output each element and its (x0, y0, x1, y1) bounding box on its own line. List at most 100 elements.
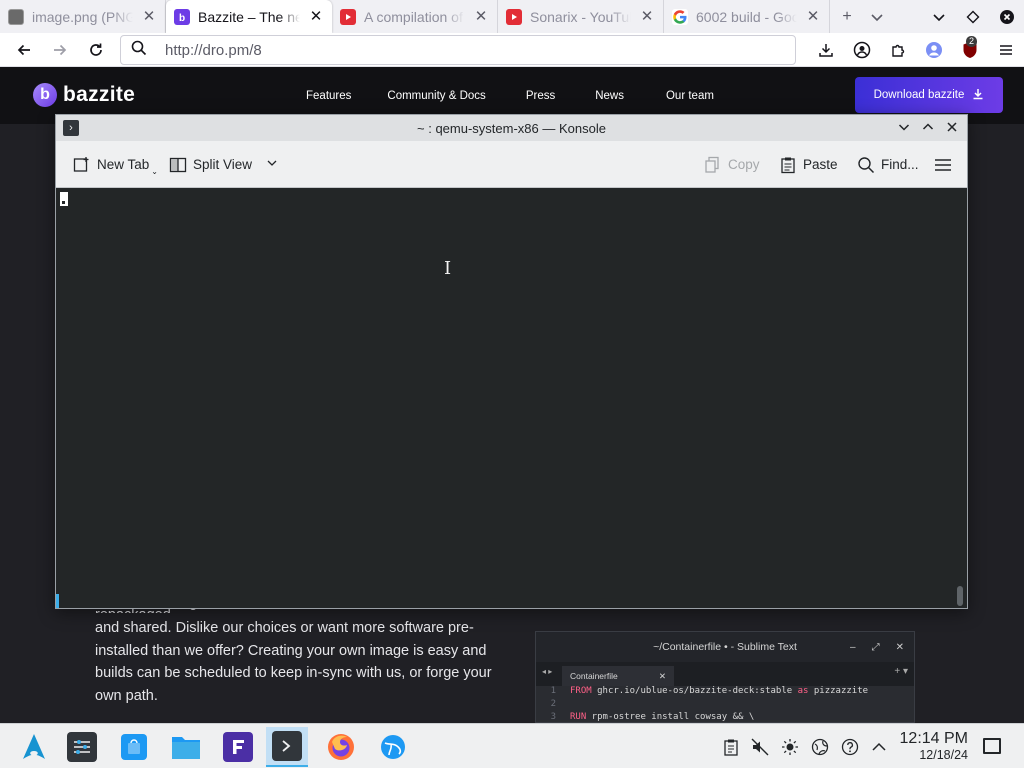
taskbar-system-settings[interactable] (61, 727, 103, 767)
image-file-icon (8, 8, 24, 25)
nav-link-press[interactable]: Press (526, 90, 555, 102)
bazzite-logo[interactable]: b bazzite (33, 83, 135, 107)
close-icon: ✕ (895, 641, 904, 653)
sublime-titlebar: ~/Containerfile • - Sublime Text – ⤢ ✕ (536, 632, 914, 662)
list-all-tabs-button[interactable] (922, 0, 956, 33)
split-view-icon (169, 156, 187, 174)
close-icon[interactable]: ✕ (141, 8, 157, 25)
tab-title: A compilation of Ste (364, 8, 465, 25)
tab-scroll-arrows-icon: ◂ ▸ (542, 667, 553, 676)
browser-tab[interactable]: A compilation of Ste ✕ (332, 0, 498, 33)
brightness-icon[interactable] (776, 724, 804, 768)
bazzite-logo-icon: b (33, 83, 57, 107)
extension-badge: 2 (966, 36, 978, 47)
close-icon[interactable]: ✕ (639, 8, 655, 25)
download-bazzite-button[interactable]: Download bazzite (855, 77, 1003, 113)
help-icon[interactable] (836, 724, 864, 768)
find-label: Find... (881, 157, 919, 172)
show-desktop-icon[interactable] (983, 738, 1001, 754)
maximize-chevron-icon[interactable] (921, 120, 935, 137)
copy-button[interactable]: Copy (704, 141, 760, 188)
profile-avatar-icon[interactable] (916, 33, 952, 67)
taskbar-firefox[interactable] (320, 727, 362, 767)
tab-overflow-chevron-icon[interactable] (860, 0, 894, 33)
nav-link-our-team[interactable]: Our team (666, 90, 714, 102)
close-icon[interactable]: ✕ (473, 8, 489, 25)
browser-tab-active[interactable]: b Bazzite – The next ge ✕ (166, 0, 332, 33)
konsole-window[interactable]: › ~ : qemu-system-x86 — Konsole New Tab … (55, 114, 968, 609)
network-icon[interactable] (806, 724, 834, 768)
konsole-titlebar[interactable]: › ~ : qemu-system-x86 — Konsole (56, 115, 967, 141)
minimize-chevron-icon[interactable] (897, 120, 911, 137)
downloads-icon[interactable] (808, 33, 844, 67)
close-icon[interactable] (945, 120, 959, 137)
code-line: 3 RUN rpm-ostree install cowsay && \ (548, 712, 914, 722)
paste-button[interactable]: Paste (779, 141, 838, 188)
clipboard-tray-icon[interactable] (717, 724, 745, 768)
svg-text:b: b (179, 13, 185, 24)
toolbar-buttons: 2 (808, 33, 1024, 67)
volume-muted-icon[interactable] (746, 724, 774, 768)
terminal-scrollbar-handle[interactable] (957, 586, 963, 606)
forward-button[interactable] (42, 33, 78, 67)
split-view-button[interactable]: Split View (169, 141, 278, 188)
close-icon: ✕ (658, 670, 666, 681)
code-line: 2 (548, 699, 914, 712)
download-label: Download bazzite (873, 89, 965, 101)
system-settings-icon (67, 732, 97, 762)
nav-link-news[interactable]: News (595, 90, 624, 102)
fedora-media-writer-icon (223, 732, 253, 762)
back-button[interactable] (6, 33, 42, 67)
activity-indicator (56, 594, 59, 608)
ublock-origin-icon[interactable]: 2 (952, 33, 988, 67)
taskbar-fedora-media-writer[interactable] (217, 727, 259, 767)
hamburger-menu-button[interactable] (934, 141, 952, 188)
digital-clock[interactable]: 12:14 PM 12/18/24 (896, 730, 968, 762)
hamburger-menu-icon[interactable] (988, 33, 1024, 67)
tray-expand-chevron-icon[interactable] (865, 724, 893, 768)
new-tab-button[interactable]: New Tab ⌄ (73, 141, 158, 188)
clock-date: 12/18/24 (919, 748, 968, 762)
copy-icon (704, 156, 722, 174)
extensions-puzzle-icon[interactable] (880, 33, 916, 67)
new-tab-button[interactable]: + (830, 0, 864, 33)
firefox-icon (326, 732, 356, 762)
browser-tab-strip: image.png (PNG Image... ✕ b Bazzite – Th… (0, 0, 1024, 33)
close-icon[interactable]: ✕ (805, 8, 821, 25)
close-icon[interactable]: ✕ (308, 8, 324, 25)
paste-clipboard-icon (779, 156, 797, 174)
taskbar-discover[interactable] (113, 727, 155, 767)
nav-link-community-docs[interactable]: Community & Docs (387, 90, 485, 102)
sublime-tab: Containerfile ✕ (562, 666, 674, 686)
taskbar-dolphin[interactable] (165, 727, 207, 767)
line-number: 3 (550, 712, 556, 722)
maximize-diamond-icon[interactable] (956, 0, 990, 33)
add-tab-icon: + ▾ (894, 666, 908, 677)
tab-title: 6002 build - Google (696, 8, 797, 25)
code-segment: pizzazzite (808, 686, 869, 696)
code-segment: rpm-ostree install cowsay && \ (586, 712, 755, 722)
sublime-title: ~/Containerfile • - Sublime Text (653, 641, 797, 653)
reload-button[interactable] (78, 33, 114, 67)
browser-tab[interactable]: Sonarix - YouTube ✕ (498, 0, 664, 33)
sublime-text-screenshot: ~/Containerfile • - Sublime Text – ⤢ ✕ ◂… (535, 631, 915, 723)
account-icon[interactable] (844, 33, 880, 67)
nav-link-features[interactable]: Features (306, 90, 351, 102)
globe-vm-icon (378, 732, 408, 762)
window-title: ~ : qemu-system-x86 — Konsole (417, 120, 606, 136)
browser-tab[interactable]: image.png (PNG Image... ✕ (0, 0, 166, 33)
url-text: http://dro.pm/8 (165, 41, 262, 59)
terminal-app-icon[interactable]: › (63, 120, 79, 136)
taskbar-konsole[interactable] (266, 727, 308, 767)
browser-tab[interactable]: 6002 build - Google ✕ (664, 0, 830, 33)
search-icon (857, 156, 875, 174)
address-bar[interactable]: http://dro.pm/8 (120, 35, 796, 65)
close-window-icon[interactable] (990, 0, 1024, 33)
new-tab-label: New Tab (97, 157, 150, 172)
search-icon (131, 40, 147, 61)
application-launcher-button[interactable] (13, 727, 55, 767)
taskbar-virt-manager[interactable] (372, 727, 414, 767)
find-button[interactable]: Find... (857, 141, 919, 188)
dropdown-arrow-icon: ⌄ (151, 167, 158, 176)
terminal-area[interactable]: I (56, 188, 967, 608)
